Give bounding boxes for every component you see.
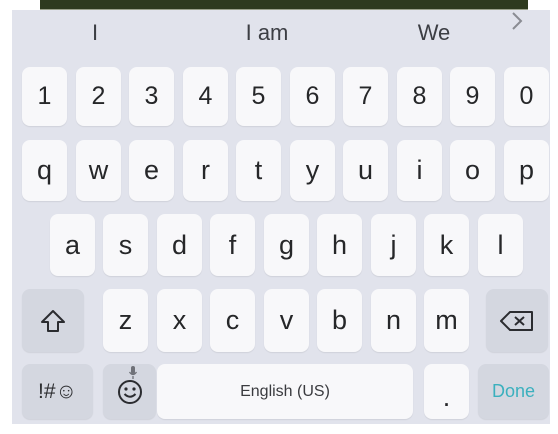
key-label: 1 bbox=[37, 82, 52, 110]
key-label: b bbox=[331, 305, 348, 335]
key-label: l bbox=[497, 229, 504, 260]
key-a[interactable]: a bbox=[50, 214, 95, 276]
key-z[interactable]: z bbox=[103, 289, 148, 352]
microphone-icon bbox=[128, 365, 138, 381]
key-label: c bbox=[225, 305, 240, 335]
space-bar[interactable]: English (US) bbox=[157, 364, 413, 419]
key-l[interactable]: l bbox=[478, 214, 523, 276]
key-label: v bbox=[279, 305, 294, 335]
key-7[interactable]: 7 bbox=[343, 67, 388, 126]
key-label: t bbox=[254, 155, 263, 185]
key-label: a bbox=[64, 229, 81, 260]
symbols-label: !#☺ bbox=[38, 379, 77, 403]
key-s[interactable]: s bbox=[103, 214, 148, 276]
key-label: i bbox=[416, 155, 423, 185]
period-label: . bbox=[442, 382, 451, 412]
suggestion-1[interactable]: I bbox=[60, 10, 130, 56]
key-v[interactable]: v bbox=[264, 289, 309, 352]
key-h[interactable]: h bbox=[317, 214, 362, 276]
backspace-icon bbox=[499, 309, 535, 333]
key-label: s bbox=[118, 229, 133, 260]
key-k[interactable]: k bbox=[424, 214, 469, 276]
key-i[interactable]: i bbox=[397, 140, 442, 201]
period-key[interactable]: . bbox=[424, 364, 469, 419]
key-e[interactable]: e bbox=[129, 140, 174, 201]
done-button[interactable]: Done bbox=[478, 364, 549, 419]
key-label: p bbox=[518, 155, 535, 185]
key-label: o bbox=[464, 155, 481, 185]
key-5[interactable]: 5 bbox=[236, 67, 281, 126]
emoji-key[interactable] bbox=[103, 364, 156, 419]
key-4[interactable]: 4 bbox=[183, 67, 228, 126]
key-g[interactable]: g bbox=[264, 214, 309, 276]
background-photo bbox=[40, 0, 528, 10]
key-label: g bbox=[278, 229, 295, 260]
key-9[interactable]: 9 bbox=[450, 67, 495, 126]
space-bar-label: English (US) bbox=[240, 382, 330, 400]
suggestion-2[interactable]: I am bbox=[222, 10, 312, 56]
key-label: d bbox=[171, 229, 188, 260]
key-label: j bbox=[390, 229, 397, 260]
keyboard: I I am We 1 2 3 4 5 6 7 8 9 0 q w e r t … bbox=[12, 10, 550, 424]
key-label: 5 bbox=[251, 82, 266, 110]
key-q[interactable]: q bbox=[22, 140, 67, 201]
key-label: u bbox=[357, 155, 374, 185]
suggestion-bar: I I am We bbox=[12, 10, 550, 56]
key-label: e bbox=[143, 155, 160, 185]
emoji-icon bbox=[116, 378, 144, 406]
symbols-key[interactable]: !#☺ bbox=[22, 364, 93, 419]
key-label: 2 bbox=[91, 82, 106, 110]
key-y[interactable]: y bbox=[290, 140, 335, 201]
key-label: f bbox=[228, 229, 237, 260]
key-b[interactable]: b bbox=[317, 289, 362, 352]
key-2[interactable]: 2 bbox=[76, 67, 121, 126]
key-c[interactable]: c bbox=[210, 289, 255, 352]
key-label: z bbox=[118, 305, 133, 335]
key-0[interactable]: 0 bbox=[504, 67, 549, 126]
key-3[interactable]: 3 bbox=[129, 67, 174, 126]
key-label: y bbox=[305, 155, 320, 185]
backspace-key[interactable] bbox=[486, 289, 548, 352]
key-label: 8 bbox=[412, 82, 427, 110]
key-o[interactable]: o bbox=[450, 140, 495, 201]
key-label: h bbox=[331, 229, 348, 260]
shift-key[interactable] bbox=[22, 289, 84, 352]
key-label: r bbox=[201, 155, 210, 185]
key-d[interactable]: d bbox=[157, 214, 202, 276]
key-6[interactable]: 6 bbox=[290, 67, 335, 126]
key-n[interactable]: n bbox=[371, 289, 416, 352]
key-m[interactable]: m bbox=[424, 289, 469, 352]
key-label: 9 bbox=[465, 82, 480, 110]
screen: I I am We 1 2 3 4 5 6 7 8 9 0 q w e r t … bbox=[0, 0, 558, 434]
key-r[interactable]: r bbox=[183, 140, 228, 201]
key-p[interactable]: p bbox=[504, 140, 549, 201]
chevron-right-icon[interactable] bbox=[510, 10, 540, 56]
key-label: 6 bbox=[305, 82, 320, 110]
key-label: x bbox=[172, 305, 187, 335]
key-label: m bbox=[435, 305, 458, 335]
key-label: q bbox=[36, 155, 53, 185]
key-label: k bbox=[439, 229, 454, 260]
key-1[interactable]: 1 bbox=[22, 67, 67, 126]
key-u[interactable]: u bbox=[343, 140, 388, 201]
done-label: Done bbox=[491, 381, 536, 401]
shift-icon bbox=[39, 307, 67, 335]
key-x[interactable]: x bbox=[157, 289, 202, 352]
key-t[interactable]: t bbox=[236, 140, 281, 201]
key-f[interactable]: f bbox=[210, 214, 255, 276]
key-j[interactable]: j bbox=[371, 214, 416, 276]
key-label: w bbox=[88, 155, 109, 185]
suggestion-3[interactable]: We bbox=[394, 10, 474, 56]
key-label: n bbox=[385, 305, 402, 335]
key-label: 3 bbox=[144, 82, 159, 110]
key-8[interactable]: 8 bbox=[397, 67, 442, 126]
key-label: 4 bbox=[198, 82, 213, 110]
key-label: 7 bbox=[358, 82, 373, 110]
key-w[interactable]: w bbox=[76, 140, 121, 201]
key-label: 0 bbox=[519, 82, 534, 110]
